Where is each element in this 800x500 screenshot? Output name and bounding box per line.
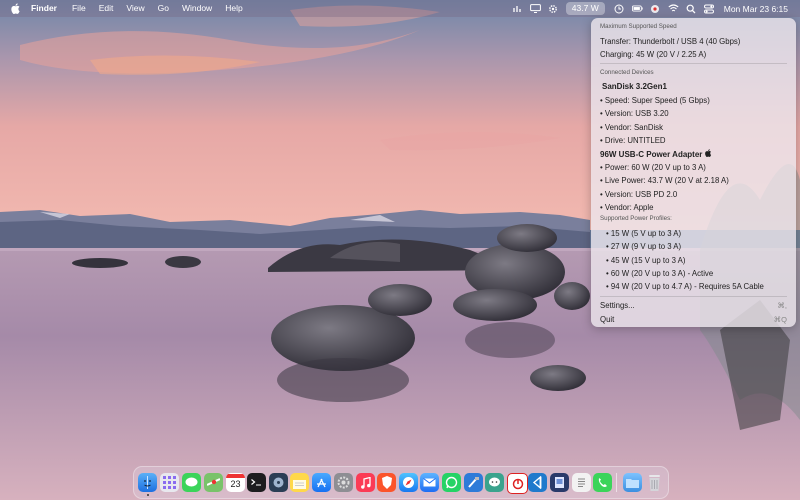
notes-icon[interactable] [290,473,309,492]
settings-gear-icon[interactable] [548,3,559,14]
menu-window[interactable]: Window [182,0,212,17]
menubar-clock[interactable]: Mon Mar 23 6:15 [724,4,788,14]
quit-shortcut: ⌘Q [773,315,787,324]
transfer-info: Transfer: Thunderbolt / USB 4 (40 Gbps) [600,37,741,46]
maps-icon[interactable] [204,473,223,492]
dock-separator [616,473,617,492]
search-icon[interactable] [686,3,697,14]
charging-info: Charging: 45 W (20 V / 2.25 A) [600,50,707,59]
wifi-icon[interactable] [668,3,679,14]
device-adapter-version: • Version: USB PD 2.0 [600,190,678,199]
menu-view[interactable]: View [126,0,144,17]
power-readout-button[interactable]: 43.7 W [565,2,605,15]
menu-go[interactable]: Go [158,0,169,17]
messages-icon[interactable] [182,473,201,492]
preview-icon[interactable] [550,473,569,492]
dock: 23 [133,466,669,499]
whatsapp-icon[interactable] [442,473,461,492]
display-icon[interactable] [529,3,541,14]
phone-icon[interactable] [593,473,612,492]
calendar-icon[interactable]: 23 [226,473,245,492]
finder-icon[interactable] [138,473,157,492]
settings-menu-item[interactable]: Settings... [600,301,635,310]
device-power-adapter-name: 96W USB-C Power Adapter [600,149,712,159]
device-power-adapter-label: 96W USB-C Power Adapter [600,150,705,159]
trash-icon[interactable] [645,473,664,492]
power-monitor-app-icon[interactable] [507,473,528,494]
control-center-icon[interactable] [704,3,715,14]
power-profiles-header: Supported Power Profiles: [600,215,672,222]
textedit-icon[interactable] [572,473,591,492]
separator [600,296,787,297]
power-profile-item: • 27 W (9 V up to 3 A) [606,242,682,251]
disk-utility-icon[interactable] [269,473,288,492]
device-sandisk-drive: • Drive: UNTITLED [600,136,666,145]
calendar-day: 23 [230,479,241,489]
control-icon[interactable] [512,3,523,14]
power-profile-item-active: • 60 W (20 V up to 3 A) - Active [606,269,714,278]
menu-edit[interactable]: Edit [99,0,114,17]
mail-icon[interactable] [420,473,439,492]
device-sandisk-name: SanDisk 3.2Gen1 [602,82,667,91]
apple-logo-icon [704,149,712,159]
terminal-icon[interactable] [247,473,266,492]
device-adapter-live-power: • Live Power: 43.7 W (20 V at 2.18 A) [600,176,729,185]
time-machine-icon[interactable] [614,3,625,14]
running-indicator [147,494,149,496]
battery-icon[interactable] [631,3,643,14]
power-profile-item: • 15 W (5 V up to 3 A) [606,229,682,238]
separator [600,63,787,64]
quit-menu-item[interactable]: Quit [600,315,614,324]
power-profile-item: • 94 W (20 V up to 4.7 A) - Requires 5A … [606,282,764,291]
power-info-panel: Maximum Supported Speed Transfer: Thunde… [591,18,796,327]
vscode-icon[interactable] [528,473,547,492]
max-speed-header: Maximum Supported Speed [600,23,677,30]
menu-app-name[interactable]: Finder [31,0,57,17]
connected-devices-header: Connected Devices [600,69,654,76]
device-sandisk-version: • Version: USB 3.20 [600,109,669,118]
vpn-icon[interactable] [650,3,661,14]
menu-file[interactable]: File [72,0,86,17]
xcode-icon[interactable] [464,473,483,492]
power-profile-item: • 45 W (15 V up to 3 A) [606,256,686,265]
device-adapter-vendor: • Vendor: Apple [600,203,654,212]
device-sandisk-vendor: • Vendor: SanDisk [600,123,663,132]
chat-app-icon[interactable] [485,473,504,492]
menu-help[interactable]: Help [225,0,242,17]
music-icon[interactable] [356,473,375,492]
app-store-icon[interactable] [312,473,331,492]
menu-bar: Finder File Edit View Go Window Help 43.… [0,0,800,17]
device-sandisk-speed: • Speed: Super Speed (5 Gbps) [600,96,710,105]
brave-browser-icon[interactable] [377,473,396,492]
apple-menu-icon[interactable] [11,3,23,14]
status-area: 43.7 W Mon Mar 23 6:15 [512,0,800,17]
system-settings-icon[interactable] [334,473,353,492]
safari-icon[interactable] [399,473,418,492]
settings-shortcut: ⌘, [777,301,787,310]
device-adapter-power: • Power: 60 W (20 V up to 3 A) [600,163,706,172]
launchpad-icon[interactable] [160,473,179,492]
downloads-folder-icon[interactable] [623,473,642,492]
